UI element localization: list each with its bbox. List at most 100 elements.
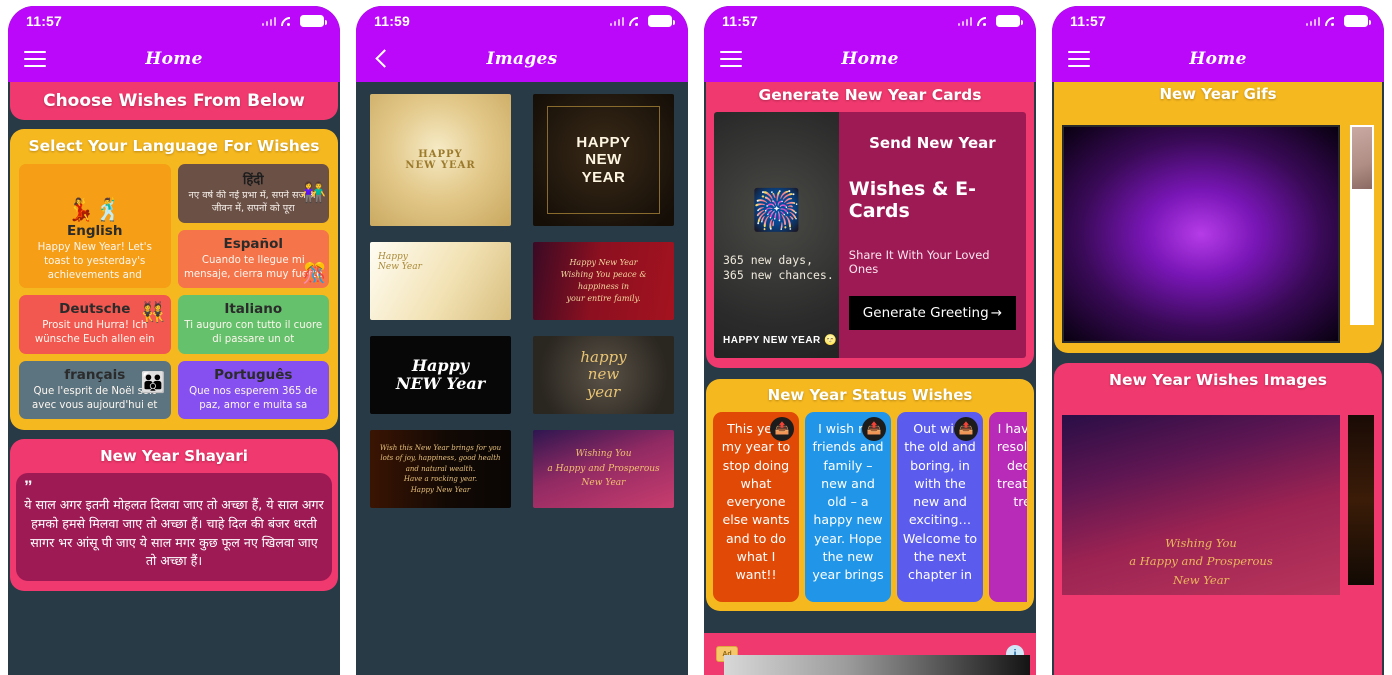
language-card-german[interactable]: 👯 Deutsche Prosit und Hurra! Ich wünsche…	[19, 295, 171, 354]
wish-text: I wish my friends and family – new and o…	[812, 421, 884, 582]
shayari-text: ये साल अगर इतनी मोहलत दिलवा जाए तो अच्छा…	[24, 496, 324, 569]
page-title: Home	[841, 49, 899, 69]
wish-text: I have new resolution I decided treat ho…	[996, 421, 1027, 509]
choose-wishes-banner: Choose Wishes From Below	[10, 82, 338, 120]
wishes-image-thumbnail[interactable]	[1348, 415, 1374, 585]
generate-card[interactable]: 🎆 365 new days, 365 new chances. HAPPY N…	[714, 112, 1026, 358]
ad-banner-strip[interactable]	[724, 655, 1030, 675]
wishes-image-caption: Wishing You a Happy and Prosperous New Y…	[1129, 535, 1273, 587]
language-card-portuguese[interactable]: Português Que nos esperem 365 de paz, am…	[177, 360, 329, 420]
language-card-hindi[interactable]: 👫 हिंदी नए वर्ष की नई प्रभा में, सपने सज…	[177, 164, 329, 223]
image-caption: Happy New Year Wishing You peace & happi…	[560, 258, 647, 303]
battery-icon	[996, 15, 1023, 27]
language-grid: 💃🕺 English Happy New Year! Let's toast t…	[19, 164, 329, 420]
image-caption: Wishing You a Happy and Prosperous New Y…	[547, 449, 660, 489]
language-desc: Que nos esperem 365 de paz, amor e muita…	[189, 385, 318, 411]
hamburger-icon[interactable]	[24, 51, 46, 67]
page-title: Images	[486, 49, 558, 69]
language-name: English	[67, 223, 123, 240]
screen2-content: HAPPY NEW YEAR HAPPY NEW YEAR Happy New …	[356, 82, 688, 675]
image-card[interactable]: Happy New Year	[370, 242, 511, 320]
image-caption: Happy NEW Year	[395, 355, 486, 393]
gifs-section: New Year Gifs	[1054, 82, 1382, 353]
status-indicators	[609, 15, 675, 27]
wishes-images-title: New Year Wishes Images	[1108, 371, 1328, 389]
signal-icon	[261, 16, 276, 26]
language-section: Select Your Language For Wishes 💃🕺 Engli…	[10, 129, 338, 431]
status-bar-1: 11:57	[8, 6, 340, 36]
image-caption: happy new year	[580, 348, 627, 401]
battery-icon	[648, 15, 675, 27]
image-card[interactable]: happy new year	[533, 336, 674, 414]
status-time: 11:57	[26, 13, 63, 29]
generate-greeting-button[interactable]: Generate Greeting →	[848, 296, 1016, 330]
shayari-quote-card[interactable]: ” ये साल अगर इतनी मोहलत दिलवा जाए तो अच्…	[16, 473, 332, 582]
signal-icon	[1305, 16, 1320, 26]
gif-thumbnail[interactable]	[1352, 127, 1372, 189]
wish-card[interactable]: I have new resolution I decided treat ho…	[989, 412, 1027, 602]
shayari-title: New Year Shayari	[100, 447, 248, 466]
image-caption: HAPPY NEW YEAR	[405, 148, 476, 172]
generate-cards-section: Generate New Year Cards 🎆 365 new days, …	[706, 82, 1034, 368]
image-card[interactable]: Happy NEW Year	[370, 336, 511, 414]
hamburger-icon[interactable]	[720, 51, 742, 67]
image-card[interactable]: Wish this New Year brings for you lots o…	[370, 430, 511, 508]
couple-icon: 👫	[301, 182, 326, 205]
image-card[interactable]: HAPPY NEW YEAR	[533, 94, 674, 226]
image-card[interactable]: Wishing You a Happy and Prosperous New Y…	[533, 430, 674, 508]
share-icon[interactable]: 📤	[862, 417, 886, 441]
language-card-english[interactable]: 💃🕺 English Happy New Year! Let's toast t…	[19, 164, 171, 289]
wishes-images-section: New Year Wishes Images Wishing You a Hap…	[1054, 363, 1382, 675]
signal-icon	[957, 16, 972, 26]
status-wishes-title: New Year Status Wishes	[767, 386, 973, 404]
wish-card[interactable]: 📤 Out with the old and boring, in with t…	[897, 412, 983, 602]
language-card-italian[interactable]: Italiano Ti auguro con tutto il cuore di…	[177, 295, 329, 354]
status-bar-3: 11:57	[704, 6, 1036, 36]
language-desc: Happy New Year! Let's toast to yesterday…	[37, 242, 152, 281]
phone-viewport-4: 11:57 Home New Year Gifs New Year Wishes…	[1052, 6, 1384, 675]
status-indicators	[1305, 15, 1371, 27]
gifs-row	[1054, 125, 1382, 343]
status-time: 11:59	[374, 13, 411, 29]
language-card-french[interactable]: 👪 français Que l'esprit de Noël soit ave…	[19, 360, 171, 420]
screenshot-gallery: 11:57 Home Choose Wishes From Below Sele…	[0, 0, 1392, 675]
phone-screen-home-wishes: 11:57 Home Choose Wishes From Below Sele…	[0, 0, 348, 675]
fireworks-icon: 🎆	[751, 188, 802, 233]
wish-text: This year my year to stop doing what eve…	[721, 421, 791, 582]
wishes-image-preview[interactable]: Wishing You a Happy and Prosperous New Y…	[1062, 415, 1340, 595]
arrow-right-icon: →	[990, 305, 1002, 321]
gif-preview[interactable]	[1062, 125, 1340, 343]
wish-text: Out with the old and boring, in with the…	[902, 421, 978, 582]
image-caption: Wish this New Year brings for you lots o…	[379, 443, 502, 494]
language-card-spanish[interactable]: 🎊 Español Cuando te llegue mi mensaje, c…	[177, 229, 329, 289]
card-send-line: Send New Year	[869, 134, 996, 152]
screen1-content: Choose Wishes From Below Select Your Lan…	[8, 82, 340, 675]
status-bar-4: 11:57	[1052, 6, 1384, 36]
status-wishes-row[interactable]: 📤 This year my year to stop doing what e…	[713, 412, 1027, 602]
image-grid: HAPPY NEW YEAR HAPPY NEW YEAR Happy New …	[370, 94, 674, 508]
phone-screen-gifs: 11:57 Home New Year Gifs New Year Wishes…	[1044, 0, 1392, 675]
wishes-images-row: Wishing You a Happy and Prosperous New Y…	[1054, 415, 1382, 595]
phone-viewport-1: 11:57 Home Choose Wishes From Below Sele…	[8, 6, 340, 675]
image-card[interactable]: HAPPY NEW YEAR	[370, 94, 511, 226]
status-indicators	[261, 15, 327, 27]
wish-card[interactable]: 📤 I wish my friends and family – new and…	[805, 412, 891, 602]
hamburger-icon[interactable]	[1068, 51, 1090, 67]
battery-icon	[1344, 15, 1371, 27]
status-time: 11:57	[722, 13, 759, 29]
card-subline: Share It With Your Loved Ones	[848, 248, 990, 276]
app-bar-3: Home	[704, 36, 1036, 82]
share-icon[interactable]: 📤	[954, 417, 978, 441]
gif-thumbnail-strip[interactable]	[1350, 125, 1374, 325]
generate-card-body: Send New Year Wishes & E-Cards Share It …	[838, 112, 1026, 358]
people-celebrating-icon: 💃🕺	[67, 197, 123, 223]
language-desc: Ti auguro con tutto il cuore di passare …	[184, 320, 323, 346]
back-arrow-icon[interactable]	[372, 49, 392, 69]
wish-card[interactable]: 📤 This year my year to stop doing what e…	[713, 412, 799, 602]
status-indicators	[957, 15, 1023, 27]
card-left-caption: 365 new days, 365 new chances.	[723, 252, 834, 283]
image-caption: Happy New Year	[378, 252, 422, 273]
image-card[interactable]: Happy New Year Wishing You peace & happi…	[533, 242, 674, 320]
share-icon[interactable]: 📤	[770, 417, 794, 441]
generate-card-image: 🎆 365 new days, 365 new chances. HAPPY N…	[714, 112, 839, 358]
